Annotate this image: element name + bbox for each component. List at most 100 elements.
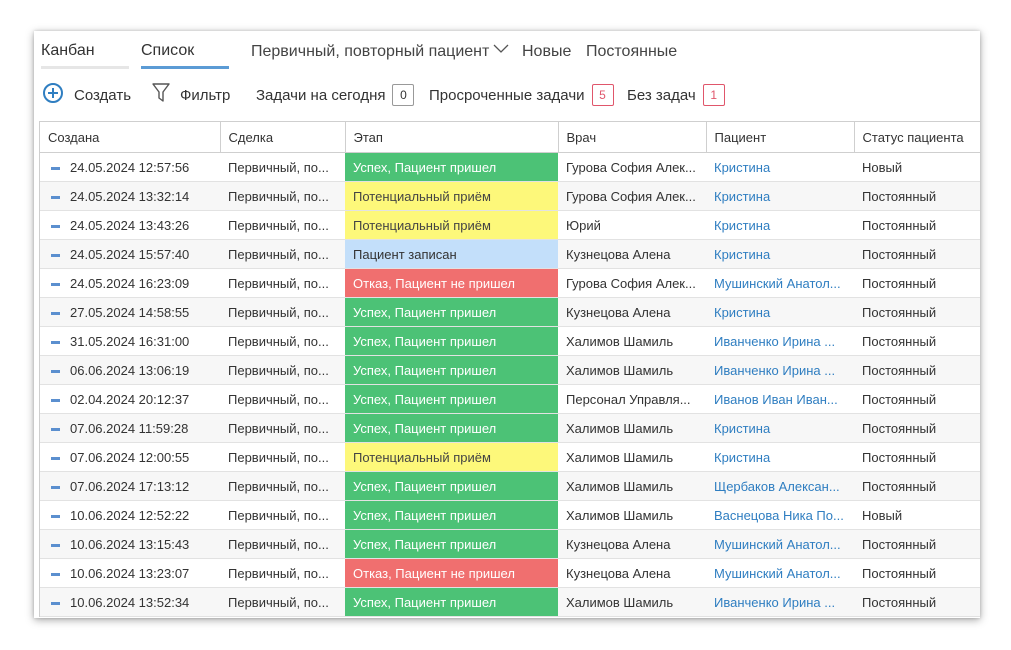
cell-patient-link[interactable]: Мушинский Анатол...: [706, 558, 854, 588]
tasks-today-label: Задачи на сегодня: [256, 86, 386, 104]
tasks-today-button[interactable]: Задачи на сегодня 0: [256, 81, 415, 109]
table-row[interactable]: 24.05.2024 16:23:09 Первичный, по... Отказ…: [40, 268, 980, 298]
cell-stage: Успех, Пациент пришел: [345, 152, 558, 182]
cell-stage: Потенциальный приём: [345, 210, 558, 240]
cell-stage: Потенциальный приём: [345, 181, 558, 211]
cell-stage: Отказ, Пациент не пришел: [345, 268, 558, 298]
cell-patient-status: Новый: [854, 500, 980, 530]
column-header-stage[interactable]: Этап: [345, 122, 559, 153]
cell-created: 24.05.2024 13:43:26: [40, 210, 220, 240]
filter-new[interactable]: Новые: [522, 43, 571, 61]
cell-patient-status: Постоянный: [854, 442, 980, 472]
minus-icon: [51, 514, 60, 518]
cell-deal: Первичный, по...: [220, 239, 345, 269]
filter-regular[interactable]: Постоянные: [586, 43, 677, 61]
cell-patient-status: Постоянный: [854, 268, 980, 298]
table-row[interactable]: 02.04.2024 20:12:37 Первичный, по... Успех…: [40, 384, 980, 414]
created-value: 24.05.2024 15:57:40: [70, 246, 190, 262]
cell-patient-status: Постоянный: [854, 529, 980, 559]
cell-doctor: Кузнецова Алена: [558, 239, 706, 269]
created-value: 10.06.2024 12:52:22: [70, 507, 190, 523]
cell-patient-link[interactable]: Кристина: [706, 442, 854, 472]
cell-deal: Первичный, по...: [220, 413, 345, 443]
cell-doctor: Кузнецова Алена: [558, 529, 706, 559]
cell-created: 07.06.2024 17:13:12: [40, 471, 220, 501]
cell-stage: Успех, Пациент пришел: [345, 326, 558, 356]
table-row[interactable]: 06.06.2024 13:06:19 Первичный, по... Успех…: [40, 355, 980, 385]
table-row[interactable]: 27.05.2024 14:58:55 Первичный, по... Успех…: [40, 297, 980, 327]
minus-icon: [51, 456, 60, 460]
created-value: 24.05.2024 16:23:09: [70, 275, 190, 291]
cell-doctor: Халимов Шамиль: [558, 500, 706, 530]
table-row[interactable]: 24.05.2024 15:57:40 Первичный, по... Пацие…: [40, 239, 980, 269]
table-row[interactable]: 24.05.2024 13:43:26 Первичный, по... Потен…: [40, 210, 980, 240]
plus-circle-icon: [42, 82, 64, 108]
cell-patient-link[interactable]: Кристина: [706, 297, 854, 327]
cell-doctor: Халимов Шамиль: [558, 326, 706, 356]
cell-doctor: Халимов Шамиль: [558, 413, 706, 443]
minus-icon: [51, 282, 60, 286]
cell-patient-link[interactable]: Иванов Иван Иван...: [706, 384, 854, 414]
cell-patient-link[interactable]: Кристина: [706, 210, 854, 240]
cell-created: 06.06.2024 13:06:19: [40, 355, 220, 385]
table-row[interactable]: 10.06.2024 13:52:34 Первичный, по... Успех…: [40, 587, 980, 617]
table-row[interactable]: 07.06.2024 17:13:12 Первичный, по... Успех…: [40, 471, 980, 501]
patient-type-dropdown[interactable]: Первичный, повторный пациент: [251, 43, 509, 61]
minus-icon: [51, 427, 60, 431]
cell-doctor: Халимов Шамиль: [558, 587, 706, 617]
cell-patient-link[interactable]: Иванченко Ирина ...: [706, 355, 854, 385]
cell-patient-link[interactable]: Иванченко Ирина ...: [706, 326, 854, 356]
cell-patient-link[interactable]: Васнецова Ника По...: [706, 500, 854, 530]
table-row[interactable]: 07.06.2024 12:00:55 Первичный, по... Потен…: [40, 442, 980, 472]
cell-created: 07.06.2024 12:00:55: [40, 442, 220, 472]
cell-deal: Первичный, по...: [220, 326, 345, 356]
created-value: 31.05.2024 16:31:00: [70, 333, 190, 349]
table-row[interactable]: 10.06.2024 12:52:22 Первичный, по... Успех…: [40, 500, 980, 530]
cell-patient-link[interactable]: Кристина: [706, 413, 854, 443]
created-value: 02.04.2024 20:12:37: [70, 391, 190, 407]
table-row[interactable]: 10.06.2024 13:23:07 Первичный, по... Отказ…: [40, 558, 980, 588]
cell-stage: Успех, Пациент пришел: [345, 355, 558, 385]
table-row[interactable]: 31.05.2024 16:31:00 Первичный, по... Успех…: [40, 326, 980, 356]
tab-kanban[interactable]: Канбан: [41, 42, 129, 69]
column-header-patient-status[interactable]: Статус пациента: [854, 122, 980, 153]
no-tasks-count: 1: [702, 84, 725, 106]
cell-stage: Успех, Пациент пришел: [345, 500, 558, 530]
cell-patient-link[interactable]: Иванченко Ирина ...: [706, 587, 854, 617]
create-button[interactable]: Создать: [42, 81, 131, 109]
cell-doctor: Халимов Шамиль: [558, 442, 706, 472]
minus-icon: [51, 340, 60, 344]
cell-doctor: Гурова София Алек...: [558, 152, 706, 182]
cell-doctor: Персонал Управля...: [558, 384, 706, 414]
column-header-doctor[interactable]: Врач: [558, 122, 707, 153]
created-value: 10.06.2024 13:52:34: [70, 594, 190, 610]
cell-patient-link[interactable]: Щербаков Алексан...: [706, 471, 854, 501]
tasks-overdue-button[interactable]: Просроченные задачи 5: [429, 81, 614, 109]
cell-patient-status: Постоянный: [854, 181, 980, 211]
cell-deal: Первичный, по...: [220, 152, 345, 182]
cell-created: 10.06.2024 12:52:22: [40, 500, 220, 530]
cell-patient-status: Постоянный: [854, 471, 980, 501]
created-value: 27.05.2024 14:58:55: [70, 304, 190, 320]
chevron-down-icon: [493, 41, 509, 59]
cell-created: 02.04.2024 20:12:37: [40, 384, 220, 414]
created-value: 06.06.2024 13:06:19: [70, 362, 190, 378]
cell-patient-link[interactable]: Кристина: [706, 181, 854, 211]
minus-icon: [51, 485, 60, 489]
table-row[interactable]: 10.06.2024 13:15:43 Первичный, по... Успех…: [40, 529, 980, 559]
table-row[interactable]: 24.05.2024 13:32:14 Первичный, по... Потен…: [40, 181, 980, 211]
table-row[interactable]: 07.06.2024 11:59:28 Первичный, по... Успех…: [40, 413, 980, 443]
cell-patient-link[interactable]: Мушинский Анатол...: [706, 268, 854, 298]
cell-patient-link[interactable]: Мушинский Анатол...: [706, 529, 854, 559]
column-header-patient[interactable]: Пациент: [706, 122, 855, 153]
cell-patient-link[interactable]: Кристина: [706, 152, 854, 182]
column-header-deal[interactable]: Сделка: [220, 122, 346, 153]
column-header-created[interactable]: Создана: [40, 122, 221, 153]
cell-deal: Первичный, по...: [220, 471, 345, 501]
table-row[interactable]: 24.05.2024 12:57:56 Первичный, по... Успех…: [40, 152, 980, 182]
cell-patient-link[interactable]: Кристина: [706, 239, 854, 269]
filter-button[interactable]: Фильтр: [152, 81, 230, 109]
tasks-overdue-count: 5: [591, 84, 614, 106]
tab-list[interactable]: Список: [141, 42, 229, 69]
no-tasks-button[interactable]: Без задач 1: [627, 81, 725, 109]
